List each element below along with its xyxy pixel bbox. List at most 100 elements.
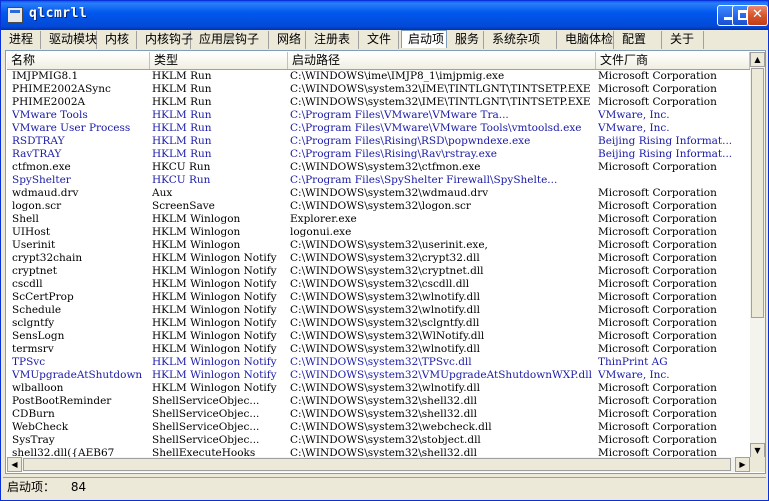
cell-name: cscdll [12, 278, 43, 290]
tab-9[interactable]: 启动项 [401, 30, 447, 48]
table-row[interactable]: SysTray ShellServiceObjec... C:\WINDOWS\sy… [7, 434, 750, 447]
cell-name: TPSvc [12, 356, 46, 368]
table-row[interactable]: VMware User Process HKLM Run C:\Program Fi… [7, 122, 750, 135]
cell-type: HKLM Run [152, 83, 212, 95]
maximize-icon [737, 10, 748, 20]
tab-11[interactable]: 系统杂项 [486, 31, 557, 49]
cell-type: ShellServiceObjec... [152, 434, 260, 446]
close-icon: ✕ [752, 7, 763, 22]
tab-3[interactable]: 内核 [99, 31, 137, 49]
cell-type: HKLM Winlogon Notify [152, 278, 277, 290]
table-row[interactable]: Schedule HKLM Winlogon Notify C:\WINDOWS\s… [7, 304, 750, 317]
cell-vendor: VMware, Inc. [598, 369, 670, 381]
cell-type: ShellServiceObjec... [152, 395, 260, 407]
table-row[interactable]: sclgntfy HKLM Winlogon Notify C:\WINDOWS\s… [7, 317, 750, 330]
tab-14[interactable]: 关于 [664, 31, 704, 49]
table-row[interactable]: PHIME2002A HKLM Run C:\WINDOWS\system32\IM… [7, 96, 750, 109]
tab-2[interactable]: 驱动模块 [43, 31, 97, 49]
tab-6[interactable]: 网络 [271, 31, 306, 49]
cell-type: Aux [152, 187, 173, 199]
cell-vendor: Beijing Rising Informat... [598, 148, 733, 160]
tab-12[interactable]: 电脑体检 [559, 31, 614, 49]
cell-path: C:\Program Files\VMware\VMware Tra... [290, 109, 509, 121]
scroll-corner [750, 457, 765, 472]
table-row[interactable]: VMware Tools HKLM Run C:\Program Files\VMw… [7, 109, 750, 122]
cell-type: HKLM Run [152, 70, 212, 82]
scroll-up-button[interactable]: ▲ [750, 52, 765, 67]
cell-type: HKLM Winlogon Notify [152, 317, 277, 329]
table-row[interactable]: ctfmon.exe HKCU Run C:\WINDOWS\system32\ct… [7, 161, 750, 174]
table-row[interactable]: WebCheck ShellServiceObjec... C:\WINDOWS\s… [7, 421, 750, 434]
table-row[interactable]: wlballoon HKLM Winlogon Notify C:\WINDOWS\… [7, 382, 750, 395]
table-row[interactable]: PHIME2002ASync HKLM Run C:\WINDOWS\system3… [7, 83, 750, 96]
tab-1[interactable]: 进程 [3, 31, 41, 49]
cell-name: VMUpgradeAtShutdown [12, 369, 143, 381]
tab-10[interactable]: 服务 [449, 31, 484, 49]
close-button[interactable]: ✕ [747, 5, 768, 26]
table-row[interactable]: cscdll HKLM Winlogon Notify C:\WINDOWS\sys… [7, 278, 750, 291]
cell-vendor: Microsoft Corporation [598, 161, 717, 173]
vertical-scrollbar[interactable]: ▲ ▼ [750, 52, 765, 458]
tab-7[interactable]: 注册表 [308, 31, 359, 49]
table-row[interactable]: termsrv HKLM Winlogon Notify C:\WINDOWS\sy… [7, 343, 750, 356]
horizontal-scrollbar[interactable]: ◀ ▶ [7, 457, 750, 472]
cell-type: HKLM Winlogon Notify [152, 291, 277, 303]
table-row[interactable]: cryptnet HKLM Winlogon Notify C:\WINDOWS\s… [7, 265, 750, 278]
cell-type: ShellServiceObjec... [152, 421, 260, 433]
table-row[interactable]: RavTRAY HKLM Run C:\Program Files\Rising\R… [7, 148, 750, 161]
cell-path: C:\WINDOWS\system32\shell32.dll [290, 395, 478, 407]
vertical-scroll-thumb[interactable] [751, 68, 764, 318]
table-row[interactable]: TPSvc HKLM Winlogon Notify C:\WINDOWS\syst… [7, 356, 750, 369]
table-row[interactable]: SensLogn HKLM Winlogon Notify C:\WINDOWS\s… [7, 330, 750, 343]
scroll-right-button[interactable]: ▶ [735, 457, 750, 472]
column-header-name[interactable]: 名称 [7, 52, 150, 69]
table-row[interactable]: logon.scr ScreenSave C:\WINDOWS\system32\l… [7, 200, 750, 213]
title-bar[interactable]: qlcmrll ✕ [1, 1, 768, 30]
table-row[interactable]: PostBootReminder ShellServiceObjec... C:\W… [7, 395, 750, 408]
cell-path: C:\WINDOWS\system32\TPSvc.dll [290, 356, 472, 368]
tab-bar: 进程 驱动模块 内核 内核钩子 应用层钩子 网络 注册表 文件 启动项 服务 系统杂项 电脑体检 配置关… [3, 30, 768, 50]
tab-8[interactable]: 文件 [361, 31, 399, 49]
cell-path: C:\WINDOWS\system32\wlnotify.dll [290, 291, 480, 303]
cell-vendor: Microsoft Corporation [598, 226, 717, 238]
cell-path: C:\WINDOWS\system32\wlnotify.dll [290, 382, 480, 394]
cell-vendor: Microsoft Corporation [598, 317, 717, 329]
cell-type: HKLM Winlogon [152, 226, 241, 238]
cell-name: CDBurn [12, 408, 55, 420]
cell-name: crypt32chain [12, 252, 83, 264]
table-row[interactable]: UIHost HKLM Winlogon logonui.exe Microsoft … [7, 226, 750, 239]
tab-5[interactable]: 应用层钩子 [193, 31, 269, 49]
cell-path: C:\WINDOWS\system32\IME\TINTLGNT\TINTSET… [290, 96, 591, 108]
scroll-left-button[interactable]: ◀ [7, 457, 22, 472]
tab-13[interactable]: 配置 [616, 31, 662, 49]
table-row[interactable]: CDBurn ShellServiceObjec... C:\WINDOWS\sys… [7, 408, 750, 421]
scroll-down-button[interactable]: ▼ [750, 443, 765, 458]
table-row[interactable]: Userinit HKLM Winlogon C:\WINDOWS\system32… [7, 239, 750, 252]
table-row[interactable]: crypt32chain HKLM Winlogon Notify C:\WINDO… [7, 252, 750, 265]
startup-list[interactable]: 名称 类型 启动路径 文件厂商 IMJPMIG8.1 HKLM Run C:\WIN… [7, 52, 750, 458]
tab-4[interactable]: 内核钩子 [139, 31, 193, 49]
cell-vendor: Microsoft Corporation [598, 395, 717, 407]
column-header-path[interactable]: 启动路径 [288, 52, 596, 69]
cell-vendor: Microsoft Corporation [598, 239, 717, 251]
cell-path: Explorer.exe [290, 213, 357, 225]
table-row[interactable]: IMJPMIG8.1 HKLM Run C:\WINDOWS\ime\IMJP8_1… [7, 70, 750, 83]
cell-type: HKLM Run [152, 122, 212, 134]
table-row[interactable]: Shell HKLM Winlogon Explorer.exe Microsoft … [7, 213, 750, 226]
table-row[interactable]: RSDTRAY HKLM Run C:\Program Files\Rising\R… [7, 135, 750, 148]
cell-path: C:\WINDOWS\system32\sclgntfy.dll [290, 317, 480, 329]
cell-type: ShellServiceObjec... [152, 408, 260, 420]
cell-path: C:\WINDOWS\system32\wlnotify.dll [290, 304, 480, 316]
table-row[interactable]: SpyShelter HKCU Run C:\Program Files\SpySh… [7, 174, 750, 187]
cell-type: HKLM Winlogon Notify [152, 304, 277, 316]
column-header-type[interactable]: 类型 [150, 52, 288, 69]
cell-type: HKCU Run [152, 174, 211, 186]
cell-type: HKCU Run [152, 161, 211, 173]
column-header-vendor[interactable]: 文件厂商 [596, 52, 750, 69]
table-row[interactable]: VMUpgradeAtShutdown HKLM Winlogon Notify C… [7, 369, 750, 382]
cell-vendor: Microsoft Corporation [598, 187, 717, 199]
table-row[interactable]: wdmaud.drv Aux C:\WINDOWS\system32\wdmaud.… [7, 187, 750, 200]
horizontal-scroll-thumb[interactable] [23, 458, 731, 471]
table-row[interactable]: ScCertProp HKLM Winlogon Notify C:\WINDOWS… [7, 291, 750, 304]
cell-type: HKLM Winlogon Notify [152, 265, 277, 277]
